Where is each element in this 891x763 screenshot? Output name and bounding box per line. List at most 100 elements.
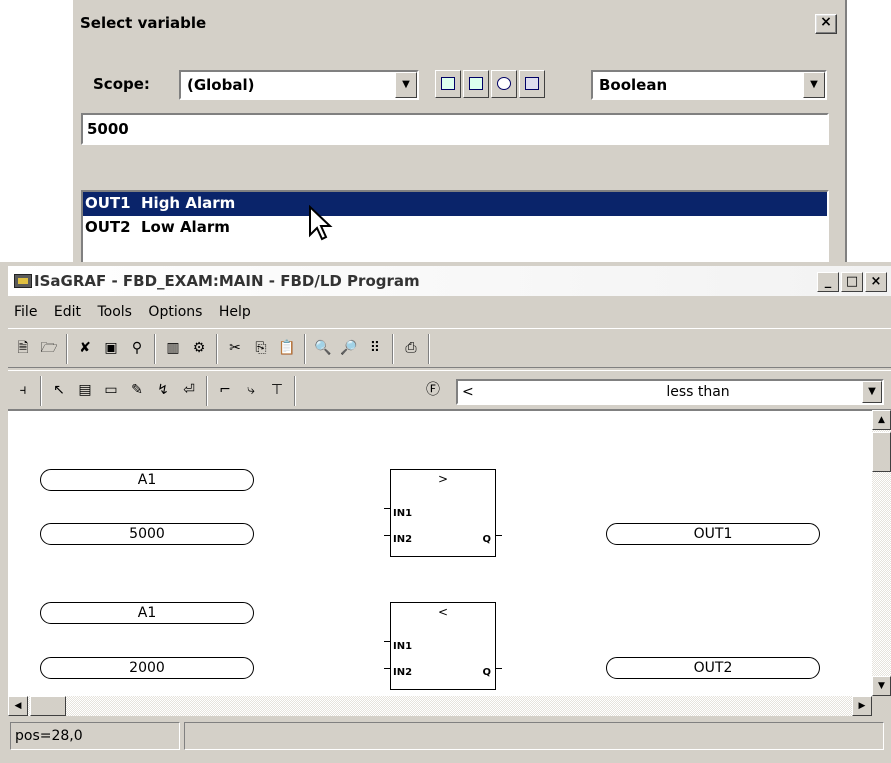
scroll-up-icon[interactable]: ▲ bbox=[872, 410, 891, 430]
mouse-pointer-icon bbox=[309, 205, 333, 241]
fbd-toolbar: ⫞ ↖ ▤ ▭ ✎ ↯ ⏎ ⌐ ⤷ ⊤ Ⓕ < less than ▼ bbox=[8, 370, 891, 410]
variable-icon[interactable]: ▭ bbox=[100, 379, 122, 401]
type-value: Boolean bbox=[599, 76, 668, 94]
isagraf-window: ISaGRAF - FBD_EXAM:MAIN - FBD/LD Program… bbox=[0, 262, 891, 763]
variable-name-input[interactable]: 5000 bbox=[81, 113, 829, 145]
connector bbox=[496, 535, 502, 536]
branch-icon[interactable]: ⊤ bbox=[266, 379, 288, 401]
function-block-less[interactable]: < IN1 IN2 Q bbox=[390, 602, 496, 690]
jump-icon[interactable]: ↯ bbox=[152, 379, 174, 401]
dialog-close-button[interactable]: × bbox=[815, 14, 837, 34]
pointer-icon[interactable]: ↖ bbox=[48, 379, 70, 401]
scope-select[interactable]: (Global) ▼ bbox=[179, 70, 419, 100]
filter-message-button[interactable] bbox=[519, 70, 545, 98]
minimize-button[interactable]: _ bbox=[817, 272, 839, 292]
comment-icon[interactable]: ✎ bbox=[126, 379, 148, 401]
compile-icon[interactable]: ⚙ bbox=[188, 337, 210, 359]
vertical-scroll-thumb[interactable] bbox=[872, 432, 891, 472]
pin-q: Q bbox=[482, 534, 491, 545]
chevron-down-icon[interactable]: ▼ bbox=[803, 72, 825, 98]
toolbar-separator bbox=[206, 376, 208, 406]
return-icon[interactable]: ⏎ bbox=[178, 379, 200, 401]
status-bar: pos=28,0 bbox=[8, 718, 891, 754]
window-title: ISaGRAF - FBD_EXAM:MAIN - FBD/LD Program bbox=[34, 272, 420, 290]
variable-list[interactable]: OUT1 High Alarm OUT2 Low Alarm bbox=[81, 190, 829, 272]
scope-value: (Global) bbox=[187, 76, 255, 94]
toolbar-separator bbox=[40, 376, 42, 406]
search-icon[interactable]: ⚲ bbox=[126, 337, 148, 359]
status-position: pos=28,0 bbox=[10, 722, 180, 750]
zoom-out-icon[interactable]: 🔍 bbox=[312, 337, 334, 359]
connector bbox=[384, 668, 390, 669]
pin-q: Q bbox=[482, 667, 491, 678]
filter-input-button[interactable] bbox=[435, 70, 461, 98]
toolbar-separator bbox=[294, 376, 296, 406]
function-block-greater[interactable]: > IN1 IN2 Q bbox=[390, 469, 496, 557]
block-icon[interactable]: ▤ bbox=[74, 379, 96, 401]
variable-comment: Low Alarm bbox=[141, 218, 230, 236]
close-button[interactable]: × bbox=[865, 272, 887, 292]
variable-comment: High Alarm bbox=[141, 194, 236, 212]
function-select[interactable]: < less than ▼ bbox=[456, 379, 884, 405]
input-constant-5000[interactable]: 5000 bbox=[40, 523, 254, 545]
variable-name: OUT2 bbox=[85, 218, 131, 236]
menu-help[interactable]: Help bbox=[213, 298, 257, 326]
menu-file[interactable]: File bbox=[8, 298, 43, 326]
dictionary-icon[interactable]: ▣ bbox=[100, 337, 122, 359]
input-variable-icon bbox=[441, 77, 455, 90]
input-variable-a1[interactable]: A1 bbox=[40, 602, 254, 624]
print-icon[interactable]: ⎙ bbox=[400, 337, 422, 359]
new-document-icon[interactable]: 🗎 bbox=[12, 337, 34, 359]
list-item[interactable]: OUT1 High Alarm bbox=[83, 192, 827, 216]
toolbar-separator bbox=[154, 334, 156, 364]
vertical-scrollbar[interactable]: ▲ ▼ bbox=[872, 410, 891, 696]
window-titlebar: ISaGRAF - FBD_EXAM:MAIN - FBD/LD Program… bbox=[8, 266, 891, 296]
variable-name: OUT1 bbox=[85, 194, 131, 212]
block-operator: > bbox=[437, 472, 449, 486]
paste-icon[interactable]: 📋 bbox=[276, 337, 298, 359]
output-variable-out2[interactable]: OUT2 bbox=[606, 657, 820, 679]
scroll-down-icon[interactable]: ▼ bbox=[872, 676, 891, 696]
horizontal-scrollbar[interactable]: ◀ ▶ bbox=[8, 696, 872, 716]
chevron-down-icon[interactable]: ▼ bbox=[395, 72, 417, 98]
pin-in1: IN1 bbox=[393, 508, 413, 519]
filter-output-button[interactable] bbox=[463, 70, 489, 98]
copy-icon[interactable]: ⎘ bbox=[250, 337, 272, 359]
function-label: less than bbox=[666, 384, 730, 400]
input-variable-a1[interactable]: A1 bbox=[40, 469, 254, 491]
cut-icon[interactable]: ✂ bbox=[224, 337, 246, 359]
menu-tools[interactable]: Tools bbox=[91, 298, 138, 326]
link-icon[interactable]: ⤷ bbox=[240, 379, 262, 401]
function-icon[interactable]: Ⓕ bbox=[422, 379, 444, 401]
maximize-button[interactable]: □ bbox=[841, 272, 863, 292]
connector bbox=[496, 668, 502, 669]
function-symbol: < bbox=[462, 384, 474, 400]
open-icon[interactable]: 🗁 bbox=[38, 337, 60, 359]
connector bbox=[384, 641, 390, 642]
chevron-down-icon[interactable]: ▼ bbox=[862, 381, 882, 403]
output-variable-icon bbox=[469, 77, 483, 90]
corner-icon[interactable]: ⌐ bbox=[214, 379, 236, 401]
menu-edit[interactable]: Edit bbox=[48, 298, 87, 326]
scroll-left-icon[interactable]: ◀ bbox=[8, 696, 28, 716]
isagraf-app-icon bbox=[14, 274, 32, 288]
fbd-canvas[interactable]: A1 5000 > IN1 IN2 Q OUT1 A1 2000 < IN1 I… bbox=[8, 410, 872, 696]
scroll-right-icon[interactable]: ▶ bbox=[852, 696, 872, 716]
menu-bar: File Edit Tools Options Help bbox=[8, 298, 257, 326]
input-constant-2000[interactable]: 2000 bbox=[40, 657, 254, 679]
connector bbox=[384, 508, 390, 509]
zoom-in-icon[interactable]: 🔎 bbox=[338, 337, 360, 359]
grid-icon[interactable]: ⠿ bbox=[364, 337, 386, 359]
toolbar-separator bbox=[304, 334, 306, 364]
output-variable-out1[interactable]: OUT1 bbox=[606, 523, 820, 545]
type-select[interactable]: Boolean ▼ bbox=[591, 70, 827, 100]
filter-timer-button[interactable] bbox=[491, 70, 517, 98]
menu-options[interactable]: Options bbox=[142, 298, 208, 326]
list-item[interactable]: OUT2 Low Alarm bbox=[83, 216, 827, 240]
scope-label: Scope: bbox=[93, 75, 150, 93]
block-operator: < bbox=[437, 605, 449, 619]
library-icon[interactable]: ▥ bbox=[162, 337, 184, 359]
contact-icon[interactable]: ⫞ bbox=[12, 379, 34, 401]
horizontal-scroll-thumb[interactable] bbox=[30, 696, 66, 716]
variables-icon[interactable]: ✘ bbox=[74, 337, 96, 359]
